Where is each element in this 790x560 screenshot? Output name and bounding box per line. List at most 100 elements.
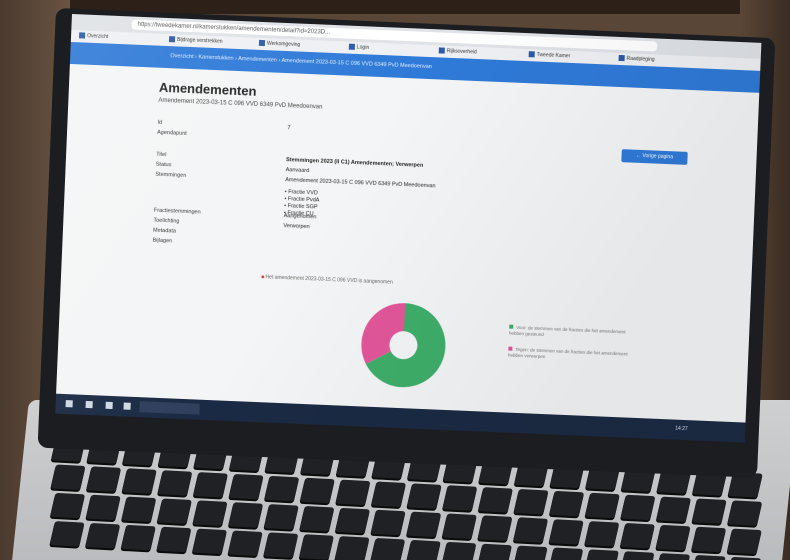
keyboard-key xyxy=(441,513,477,540)
bookmark-label: Overzicht xyxy=(86,32,109,40)
keyboard-key xyxy=(476,543,513,560)
donut-chart xyxy=(361,303,446,388)
keyboard-key xyxy=(655,524,691,551)
bookmark-icon xyxy=(438,47,445,54)
start-icon[interactable] xyxy=(65,400,73,408)
keyboard-key xyxy=(334,536,370,560)
keyboard-key xyxy=(49,492,86,519)
detail-label: Titel xyxy=(156,151,167,159)
keyboard-key xyxy=(584,521,620,547)
keyboard-key xyxy=(49,521,85,547)
keyboard-key xyxy=(228,502,264,528)
detail-label: Id xyxy=(157,119,163,126)
keyboard-key xyxy=(513,517,549,543)
keyboard-key xyxy=(549,490,585,517)
bookmark-label: Werkomgeving xyxy=(266,40,301,48)
chart-legend: Voor: de stemmen van de fracties die het… xyxy=(507,324,630,374)
result-message-text: Het amendement 2023-03-15 C 096 VVD is a… xyxy=(265,274,393,286)
legend-text: Voor: de stemmen van de fracties die het… xyxy=(508,324,626,338)
keyboard-key xyxy=(619,551,655,560)
keyboard-key xyxy=(85,522,121,549)
detail-label: Status xyxy=(155,161,172,169)
taskbar-search[interactable] xyxy=(139,401,200,415)
keyboard-key xyxy=(619,522,656,549)
detail-label: Toelichting xyxy=(153,217,180,225)
legend-entry: Tegen: de stemmen van de fracties die he… xyxy=(507,346,628,364)
keyboard-key xyxy=(583,549,619,560)
bookmark-label: Raadpleging xyxy=(626,55,655,63)
detail-label: Fractiestemmingen xyxy=(153,207,201,216)
main-content: Amendementen Amendement 2023-03-15 C 096… xyxy=(148,79,719,388)
legend-text: Tegen: de stemmen van de fracties die he… xyxy=(507,346,628,360)
bookmark-item[interactable]: Werkomgeving xyxy=(258,39,301,50)
keyboard-key xyxy=(477,487,514,513)
bookmark-item[interactable]: Tweede Kamer xyxy=(528,51,571,61)
taskbar-clock: 14:27 xyxy=(675,425,688,433)
keyboard-key xyxy=(156,526,192,553)
bookmark-icon xyxy=(528,51,535,58)
keyboard-key xyxy=(370,538,406,560)
keyboard-key xyxy=(157,470,193,496)
back-button[interactable]: ← Vorige pagina xyxy=(621,149,688,165)
vote-chart xyxy=(356,298,450,397)
photo-scene: https://tweedekamer.nl/kamerstukken/amen… xyxy=(0,0,790,560)
bookmark-label: Tweede Kamer xyxy=(536,51,571,60)
keyboard-key xyxy=(513,489,549,515)
legend-swatch xyxy=(509,324,514,329)
bookmark-label: Bijdrage verstrekken xyxy=(176,36,223,45)
detail-value: Aanvaard xyxy=(285,167,310,175)
keyboard-key xyxy=(477,515,513,541)
keyboard-key xyxy=(726,528,762,555)
keyboard-key xyxy=(85,494,121,521)
keyboard-key xyxy=(620,494,656,521)
detail-label: Metadata xyxy=(152,227,177,235)
keyboard-key xyxy=(441,541,477,560)
detail-label: Bijlagen xyxy=(152,237,173,245)
keyboard-key xyxy=(121,496,157,523)
bookmark-item[interactable]: Bijdrage verstrekken xyxy=(168,36,223,46)
keyboard-key xyxy=(228,473,264,500)
keyboard-key xyxy=(299,505,335,532)
keyboard-key xyxy=(370,509,406,536)
bookmark-label: Login xyxy=(356,44,370,51)
detail-label: Agendapunt xyxy=(156,129,187,137)
page-title: Amendementen xyxy=(158,79,257,99)
browser-icon[interactable] xyxy=(105,401,113,410)
bookmark-icon xyxy=(78,32,86,39)
back-button-label: Vorige pagina xyxy=(642,153,674,161)
bookmark-item[interactable]: Login xyxy=(348,43,370,53)
breadcrumb[interactable]: Overzicht › Kamerstukken › Amendementen … xyxy=(170,53,432,70)
keyboard-key xyxy=(512,545,548,560)
keyboard-key xyxy=(156,498,192,524)
bookmark-icon xyxy=(168,36,176,43)
detail-value: 7 xyxy=(287,125,291,132)
keyboard-key xyxy=(121,468,157,494)
keyboard-key xyxy=(120,524,156,551)
bookmark-label: Rijksoverheid xyxy=(446,48,477,56)
keyboard-key xyxy=(191,528,228,555)
task-view-icon[interactable] xyxy=(85,400,93,409)
keyboard-key xyxy=(691,526,727,553)
bookmark-icon xyxy=(618,54,625,62)
keyboard-key xyxy=(299,477,335,504)
keyboard-key xyxy=(727,500,763,526)
laptop-screen: https://tweedekamer.nl/kamerstukken/amen… xyxy=(55,14,762,443)
faction-item: • Fractie CU xyxy=(283,210,314,218)
bookmark-item[interactable]: Overzicht xyxy=(78,32,109,41)
keyboard-key xyxy=(335,479,371,506)
bookmark-item[interactable]: Rijksoverheid xyxy=(438,47,477,57)
keyboard-key xyxy=(192,500,228,526)
keyboard-key xyxy=(263,504,299,530)
bookmark-icon xyxy=(258,39,266,47)
detail-label: Stemmingen xyxy=(155,171,187,179)
keyboard-key xyxy=(264,475,300,502)
legend-swatch xyxy=(508,346,513,351)
file-explorer-icon[interactable] xyxy=(123,402,131,410)
keyboard-key xyxy=(584,492,620,519)
detail-value: Amendement 2023-03-15 C 096 VVD 6349 PvD… xyxy=(285,177,436,190)
keyboard-key xyxy=(406,483,442,509)
keyboard-key xyxy=(655,496,692,523)
keyboard-key xyxy=(548,547,584,560)
bookmark-item[interactable]: Raadpleging xyxy=(618,54,655,65)
keyboard-key xyxy=(548,519,584,545)
